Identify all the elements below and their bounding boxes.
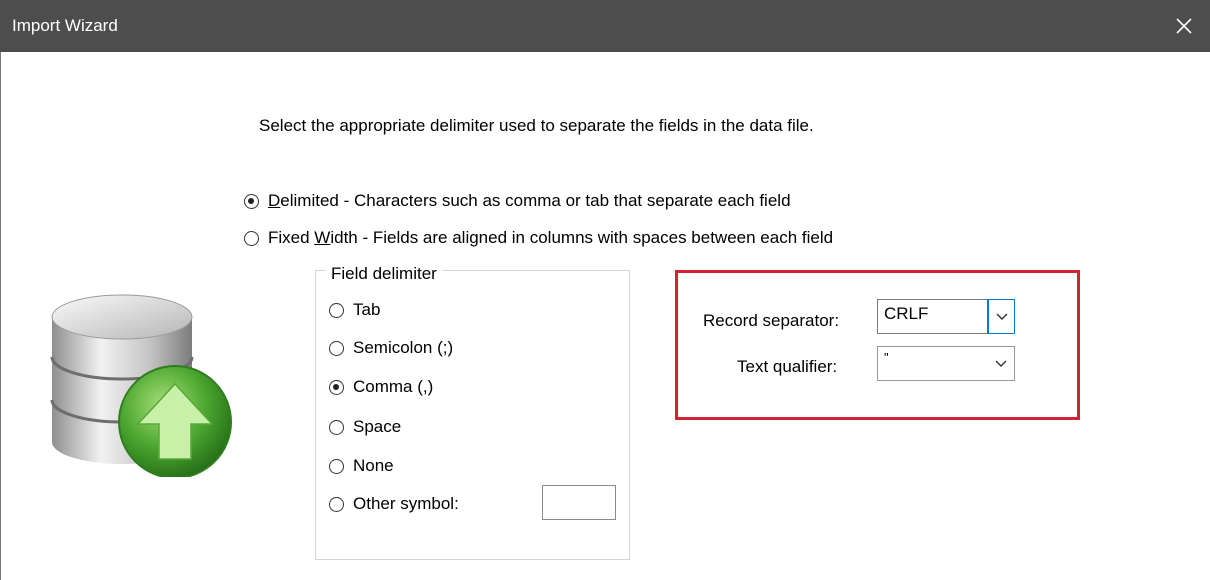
text-qualifier-label: Text qualifier: <box>737 357 838 376</box>
fixed-width-radio-option[interactable]: Fixed Width - Fields are aligned in colu… <box>244 226 833 250</box>
delimiter-space-radio[interactable] <box>329 419 344 435</box>
delimiter-tab-radio[interactable] <box>329 302 344 318</box>
delimiter-none-label: None <box>353 456 394 475</box>
close-icon <box>1176 18 1192 34</box>
upload-arrow-icon <box>118 365 232 477</box>
delimiter-other-label: Other symbol: <box>353 494 459 513</box>
delimiter-tab-label: Tab <box>353 300 381 319</box>
window-border <box>0 52 1 580</box>
other-symbol-input[interactable] <box>542 485 616 520</box>
highlight-box <box>675 270 1080 420</box>
delimiter-semicolon-label: Semicolon (;) <box>353 338 454 357</box>
window-title: Import Wizard <box>12 16 118 35</box>
delimiter-other-option[interactable]: Other symbol: <box>329 492 459 516</box>
close-button[interactable] <box>1158 0 1210 52</box>
record-separator-value: CRLF <box>884 304 929 323</box>
delimiter-other-radio[interactable] <box>329 496 344 512</box>
text-qualifier-combobox[interactable]: " <box>877 346 1015 381</box>
delimited-label: Delimited - Characters such as comma or … <box>268 191 791 210</box>
fixed-width-label: Fixed Width - Fields are aligned in colu… <box>268 228 834 247</box>
delimited-radio[interactable] <box>244 193 259 209</box>
delimiter-none-option[interactable]: None <box>329 454 394 478</box>
delimiter-tab-option[interactable]: Tab <box>329 298 380 322</box>
delimiter-none-radio[interactable] <box>329 458 344 474</box>
record-separator-dropdown-focus <box>987 299 1015 334</box>
fixed-width-radio[interactable] <box>244 230 259 246</box>
instruction-text: Select the appropriate delimiter used to… <box>259 116 814 135</box>
title-bar: Import Wizard <box>0 0 1210 52</box>
delimiter-comma-option[interactable]: Comma (,) <box>329 375 433 399</box>
delimiter-comma-label: Comma (,) <box>353 377 434 396</box>
chevron-down-icon <box>995 360 1007 367</box>
text-qualifier-dropdown-button[interactable] <box>988 347 1014 380</box>
text-qualifier-value: " <box>884 350 889 365</box>
delimiter-space-label: Space <box>353 417 402 436</box>
record-separator-label: Record separator: <box>703 311 840 330</box>
delimiter-space-option[interactable]: Space <box>329 415 401 439</box>
database-icon <box>50 294 232 477</box>
delimited-radio-option[interactable]: Delimited - Characters such as comma or … <box>244 189 791 213</box>
delimiter-semicolon-radio[interactable] <box>329 340 344 356</box>
field-delimiter-legend: Field delimiter <box>326 262 442 286</box>
delimiter-semicolon-option[interactable]: Semicolon (;) <box>329 336 453 360</box>
delimiter-comma-radio[interactable] <box>329 379 344 395</box>
